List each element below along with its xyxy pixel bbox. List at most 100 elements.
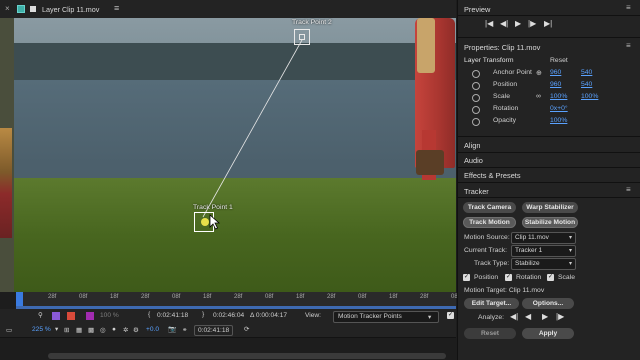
- tracker-menu-icon[interactable]: ≡: [626, 185, 631, 194]
- next-frame-icon[interactable]: |▶: [528, 19, 536, 28]
- current-time-field[interactable]: 0:02:41:18: [194, 325, 234, 336]
- property-label: Rotation: [493, 105, 519, 112]
- last-frame-icon[interactable]: ▶|: [544, 19, 552, 28]
- tracker-panel-title[interactable]: Tracker: [464, 187, 489, 196]
- tracker-apply-button[interactable]: Apply: [522, 328, 574, 339]
- tracker-reset-button[interactable]: Reset: [464, 328, 516, 339]
- color-swatch-magenta[interactable]: [86, 312, 94, 320]
- preview-menu-icon[interactable]: ≡: [626, 3, 631, 12]
- render-checkbox[interactable]: ✓: [447, 312, 454, 319]
- track-type-label: Track Type:: [474, 260, 510, 267]
- viewer-horizontal-scrollbar[interactable]: [48, 353, 446, 359]
- set-out-point-icon[interactable]: }: [202, 311, 204, 318]
- track-motion-button[interactable]: Track Motion: [463, 217, 516, 228]
- playhead[interactable]: [16, 292, 23, 306]
- scale-checkbox[interactable]: ✓: [547, 274, 554, 281]
- mask-toggle-icon[interactable]: ◎: [100, 326, 106, 334]
- transparency-grid-icon[interactable]: ▩: [88, 326, 94, 334]
- stabilize-motion-button[interactable]: Stabilize Motion: [522, 217, 578, 228]
- layer-color-icon: [17, 5, 25, 13]
- rotation-checkbox-label: Rotation: [516, 274, 542, 281]
- chevron-down-icon[interactable]: ▾: [55, 325, 58, 333]
- ruler-tick-label: 28f: [141, 294, 150, 300]
- chevron-down-icon: ▾: [568, 248, 572, 254]
- color-management-icon[interactable]: ✲: [123, 326, 129, 334]
- track-type-select[interactable]: Stabilize ▾: [511, 258, 576, 270]
- ruler-tick-label: 18f: [296, 294, 305, 300]
- constrain-proportions-icon[interactable]: ∞: [536, 93, 541, 100]
- play-icon[interactable]: ▶: [515, 19, 521, 28]
- region-of-interest-icon[interactable]: ▦: [76, 326, 82, 334]
- chevron-down-icon: ▾: [428, 314, 432, 321]
- lock-view-icon[interactable]: [30, 6, 36, 12]
- resolution-icon[interactable]: ⊞: [64, 326, 70, 334]
- ruler-tick-label: 28f: [48, 294, 57, 300]
- tab-menu-icon[interactable]: ≡: [114, 3, 119, 13]
- property-value-2[interactable]: 540: [581, 81, 592, 88]
- color-swatch-purple[interactable]: [52, 312, 60, 320]
- property-value-1[interactable]: 100%: [550, 93, 567, 100]
- puppet-icon[interactable]: ⚲: [38, 311, 43, 319]
- current-track-value: Tracker 1: [515, 247, 543, 254]
- layer-tab-title[interactable]: Layer Clip 11.mov: [42, 5, 99, 14]
- channel-icon[interactable]: ●: [112, 326, 116, 333]
- zoom-level[interactable]: 225 %: [32, 326, 51, 333]
- track-camera-button[interactable]: Track Camera: [463, 202, 516, 213]
- close-tab-icon[interactable]: ×: [5, 4, 13, 13]
- track-point-1-label: Track Point 1: [193, 204, 233, 211]
- analyze-forward-icon[interactable]: ▶: [542, 312, 548, 321]
- settings-gear-icon[interactable]: ⚙: [133, 326, 139, 334]
- property-value-2[interactable]: 540: [581, 69, 592, 76]
- in-point-time[interactable]: 0:02:41:18: [157, 312, 188, 319]
- reset-transform-link[interactable]: Reset: [550, 57, 568, 64]
- rotation-checkbox[interactable]: ✓: [505, 274, 512, 281]
- property-label: Scale: [493, 93, 511, 100]
- effects-presets-panel-title[interactable]: Effects & Presets: [464, 171, 521, 180]
- analyze-back-one-frame-icon[interactable]: ◀|: [510, 312, 518, 321]
- anchor-point-stopwatch-icon[interactable]: [472, 70, 480, 78]
- rotation-stopwatch-icon[interactable]: [472, 106, 480, 114]
- edit-target-button[interactable]: Edit Target...: [464, 298, 519, 309]
- track-point-2-feature-box[interactable]: [299, 34, 305, 40]
- always-preview-icon[interactable]: ▭: [6, 326, 12, 334]
- current-track-select[interactable]: Tracker 1 ▾: [511, 245, 576, 257]
- ruler-tick-label: 28f: [420, 294, 429, 300]
- right-panel-column: Preview ≡ |◀ ◀| ▶ |▶ ▶| Properties: Clip…: [457, 0, 640, 360]
- color-swatch-red[interactable]: [67, 312, 75, 320]
- options-button[interactable]: Options...: [522, 298, 574, 309]
- property-value-1[interactable]: 0x+0°: [550, 105, 568, 112]
- snapshot-icon[interactable]: 📷: [168, 325, 176, 333]
- analyze-backward-icon[interactable]: ◀: [525, 312, 531, 321]
- layer-viewer[interactable]: Track Point 2 Track Point 1: [0, 18, 456, 292]
- reset-exposure-icon[interactable]: ⟳: [244, 325, 250, 333]
- duration-time: Δ 0:00:04:17: [250, 312, 288, 319]
- position-stopwatch-icon[interactable]: [472, 82, 480, 90]
- set-in-point-icon[interactable]: {: [148, 311, 150, 318]
- show-snapshot-icon[interactable]: ⚭: [182, 326, 188, 334]
- position-checkbox[interactable]: ✓: [463, 274, 470, 281]
- exposure-value[interactable]: +0.0: [146, 326, 159, 333]
- time-ruler[interactable]: 28f 08f 18f 28f 08f 18f 28f 08f 18f 28f 08f 18f 28f 0…: [16, 292, 459, 307]
- properties-panel-title[interactable]: Properties: Clip 11.mov: [464, 43, 540, 52]
- anchor-target-icon[interactable]: ⊕: [536, 69, 542, 77]
- opacity-stopwatch-icon[interactable]: [472, 118, 480, 126]
- first-frame-icon[interactable]: |◀: [485, 19, 493, 28]
- motion-source-select[interactable]: Clip 11.mov ▾: [511, 232, 576, 244]
- track-point-1-attach-point[interactable]: [201, 218, 209, 226]
- preview-panel-title[interactable]: Preview: [464, 5, 490, 14]
- property-value-1[interactable]: 960: [550, 81, 561, 88]
- scale-stopwatch-icon[interactable]: [472, 94, 480, 102]
- view-select[interactable]: Motion Tracker Points ▾: [333, 311, 439, 323]
- property-value-1[interactable]: 100%: [550, 117, 567, 124]
- analyze-label: Analyze:: [478, 314, 505, 321]
- warp-stabilizer-button[interactable]: Warp Stabilizer: [522, 202, 578, 213]
- previous-frame-icon[interactable]: ◀|: [500, 19, 508, 28]
- analyze-forward-one-frame-icon[interactable]: |▶: [556, 312, 564, 321]
- property-value-1[interactable]: 960: [550, 69, 561, 76]
- audio-panel-title[interactable]: Audio: [464, 156, 483, 165]
- properties-menu-icon[interactable]: ≡: [626, 41, 631, 50]
- out-point-time[interactable]: 0:02:46:04: [213, 312, 244, 319]
- align-panel-title[interactable]: Align: [464, 141, 480, 150]
- property-value-2[interactable]: 100%: [581, 93, 598, 100]
- motion-target-text: Motion Target: Clip 11.mov: [464, 287, 545, 294]
